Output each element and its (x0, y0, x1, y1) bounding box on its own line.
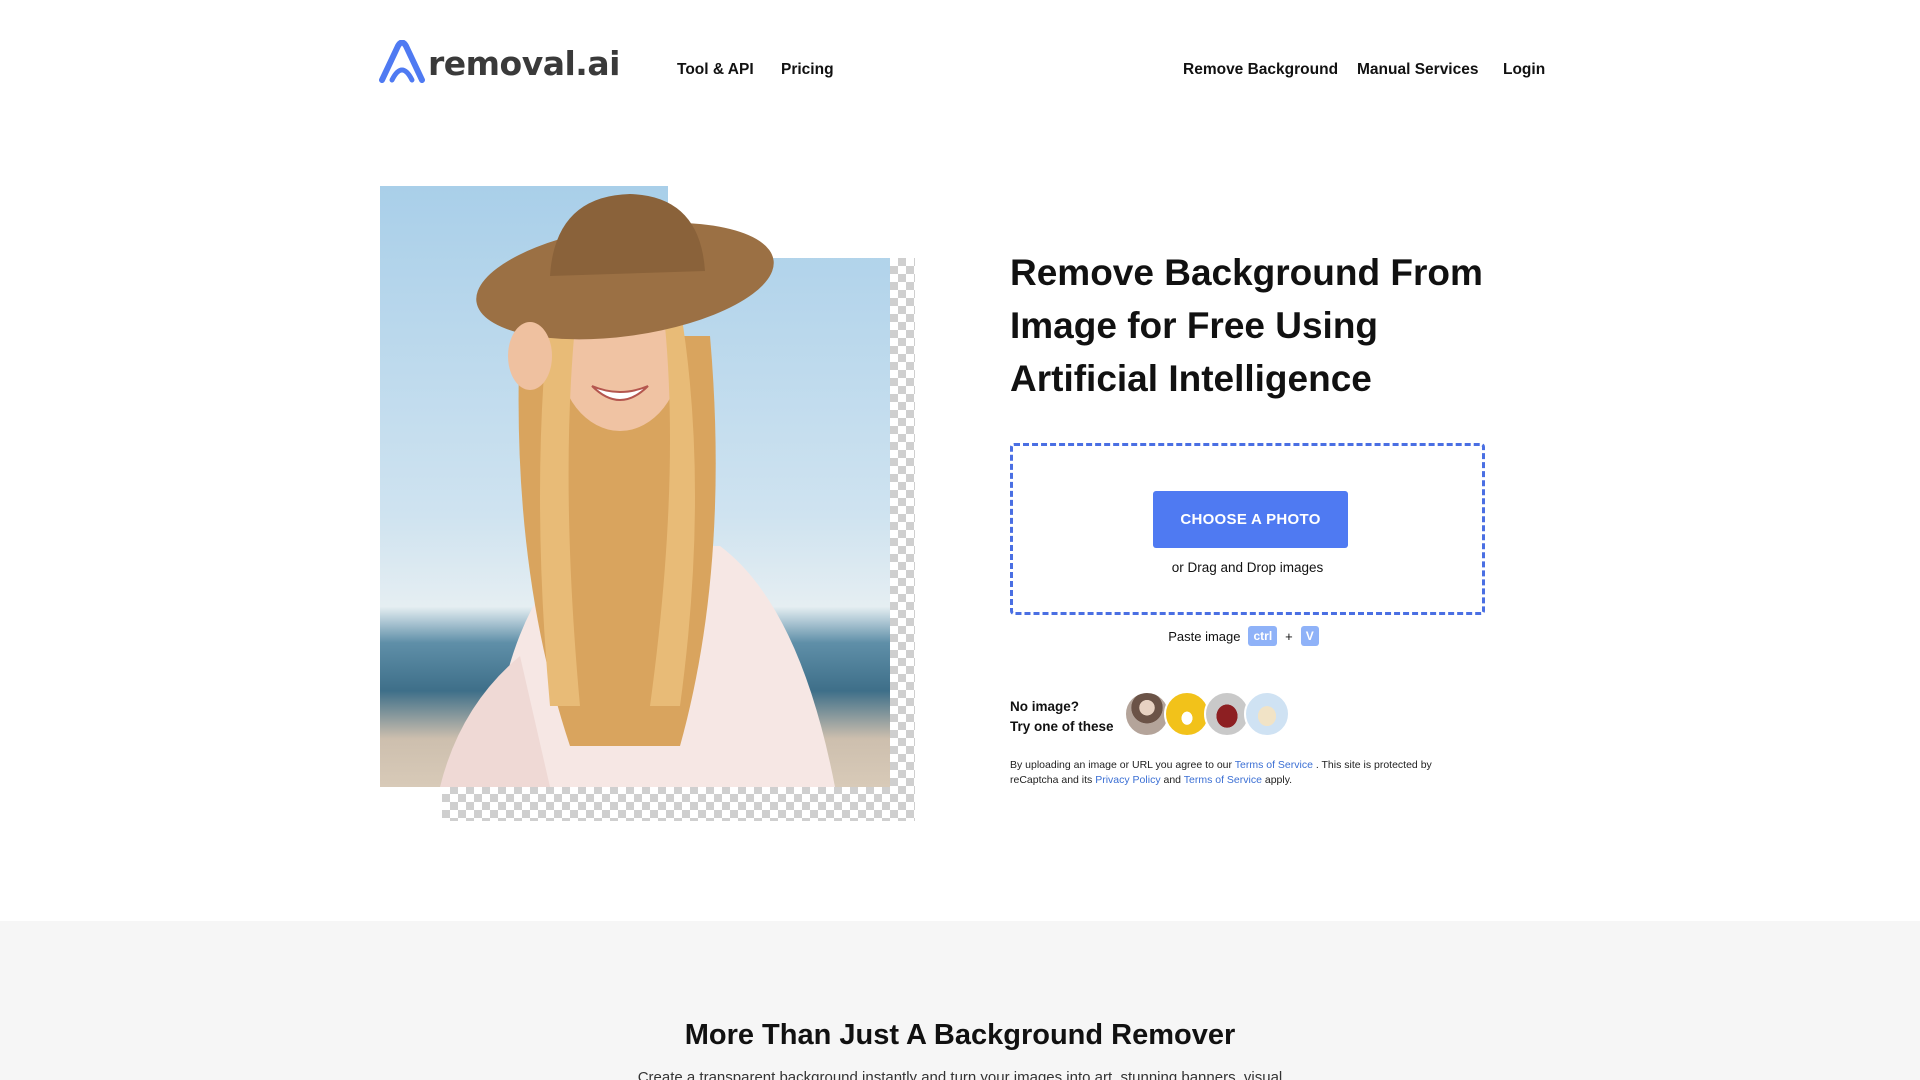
choose-photo-button[interactable]: CHOOSE A PHOTO (1153, 491, 1348, 548)
logo-text: removal.ai (428, 43, 620, 83)
terms-of-service-link[interactable]: Terms of Service (1235, 759, 1313, 771)
features-section: More Than Just A Background Remover Crea… (0, 921, 1920, 1080)
removal-ai-logo-icon (379, 40, 425, 83)
woman-illustration (440, 194, 835, 787)
hero-title: Remove Background From Image for Free Us… (1010, 252, 1483, 399)
no-image-line1: No image? (1010, 699, 1080, 714)
legal-notice: By uploading an image or URL you agree t… (1010, 758, 1480, 788)
features-subtitle: Create a transparent background instantl… (637, 1069, 1283, 1080)
site-header: removal.ai Tool & API Pricing Remove Bac… (0, 0, 1920, 145)
v-key-badge: V (1300, 626, 1319, 646)
plus-sign: + (1285, 628, 1293, 644)
nav-login[interactable]: Login (1503, 61, 1545, 79)
hero-image (380, 186, 915, 821)
nav-tool-api[interactable]: Tool & API (677, 61, 754, 79)
features-title: More Than Just A Background Remover (684, 1019, 1236, 1051)
no-image-line2: Try one of these (1010, 719, 1114, 734)
drag-drop-hint: or Drag and Drop images (1171, 560, 1324, 575)
upload-dropzone[interactable]: CHOOSE A PHOTO or Drag and Drop images (1010, 443, 1485, 615)
nav-manual-services[interactable]: Manual Services (1357, 61, 1478, 79)
hero-photo (380, 186, 890, 787)
no-image-prompt: No image? Try one of these (1010, 697, 1114, 737)
privacy-policy-link[interactable]: Privacy Policy (1095, 774, 1160, 786)
paste-label: Paste image (1168, 628, 1241, 644)
nav-remove-background[interactable]: Remove Background (1183, 61, 1338, 79)
sample-white-dog[interactable] (1244, 691, 1290, 737)
terms-of-service-link-2[interactable]: Terms of Service (1184, 774, 1262, 786)
paste-hint: Paste image ctrl + V (1010, 626, 1485, 646)
sample-images (1124, 691, 1290, 737)
ctrl-key-badge: ctrl (1248, 626, 1278, 646)
legal-text-4: apply. (1261, 774, 1293, 786)
legal-text-3: and (1160, 774, 1184, 786)
legal-text-1: By uploading an image or URL you agree t… (1010, 759, 1235, 771)
nav-pricing[interactable]: Pricing (781, 61, 834, 79)
logo[interactable]: removal.ai (378, 40, 620, 86)
